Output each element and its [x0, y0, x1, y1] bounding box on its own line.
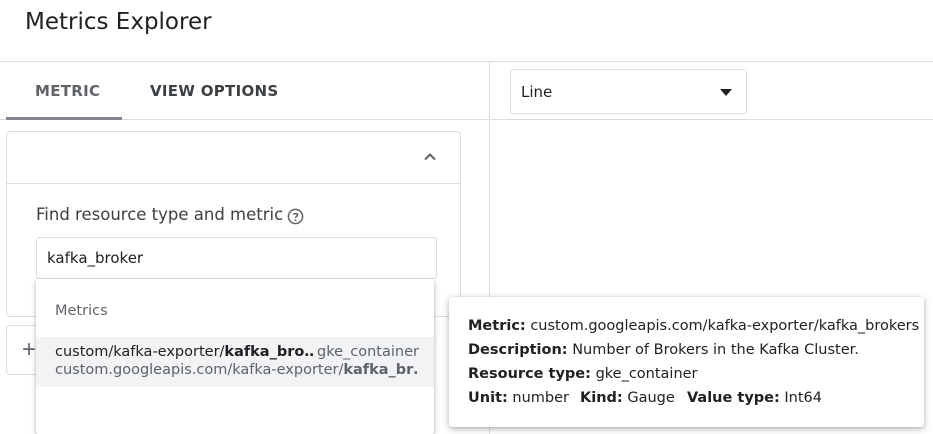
tooltip-metric-row: Metric: custom.googleapis.com/kafka-expo…: [468, 318, 919, 334]
metric-details-tooltip: Metric: custom.googleapis.com/kafka-expo…: [449, 297, 924, 427]
tooltip-value-type-value: Int64: [784, 390, 823, 406]
plus-icon: +: [22, 336, 37, 363]
chart-toolbar: Line: [491, 62, 933, 120]
tooltip-description-label: Description:: [468, 342, 568, 358]
chart-type-value: Line: [521, 83, 553, 101]
metric-suggestions-dropdown: Metrics custom/kafka-exporter/kafka_bro……: [36, 279, 434, 434]
tooltip-resource-value: gke_container: [595, 366, 698, 382]
tooltip-value-type-row: Value type: Int64: [687, 390, 822, 406]
tab-view-options[interactable]: VIEW OPTIONS: [150, 82, 278, 100]
metric-name-prefix: custom/kafka-exporter/: [55, 344, 225, 360]
help-circle-icon[interactable]: [287, 208, 304, 225]
tooltip-description-value: Number of Brokers in the Kafka Cluster.: [572, 342, 859, 358]
tooltip-resource-row: Resource type: gke_container: [468, 366, 698, 382]
suggestion-resource-type: gke_container: [317, 344, 419, 360]
page-title: Metrics Explorer: [25, 9, 212, 35]
tooltip-kind-value: Gauge: [627, 390, 675, 406]
tooltip-unit-value: number: [512, 390, 570, 406]
metric-full-prefix: custom.googleapis.com/kafka-exporter/: [55, 362, 344, 378]
tooltip-kind-label: Kind:: [580, 390, 623, 406]
tooltip-resource-label: Resource type:: [468, 366, 591, 382]
suggestion-metric-name: custom/kafka-exporter/kafka_bro…: [55, 344, 315, 360]
tooltip-unit-row: Unit: number: [468, 390, 569, 406]
metric-full-match: kafka_br…: [343, 362, 417, 378]
active-tab-indicator: [6, 117, 122, 120]
card-header[interactable]: [7, 132, 460, 184]
page-header: Metrics Explorer: [0, 0, 933, 62]
resource-metric-search-input[interactable]: [36, 237, 437, 279]
tooltip-metric-label: Metric:: [468, 318, 526, 334]
find-resource-label: Find resource type and metric: [36, 205, 284, 224]
suggestion-item[interactable]: custom/kafka-exporter/kafka_bro… gke_con…: [36, 337, 434, 387]
tooltip-value-type-label: Value type:: [687, 390, 780, 406]
tabs-bar: METRIC VIEW OPTIONS: [0, 62, 489, 120]
suggestions-section-title: Metrics: [55, 303, 108, 319]
chevron-up-icon[interactable]: [422, 149, 438, 165]
tooltip-unit-label: Unit:: [468, 390, 508, 406]
dropdown-arrow-icon: [720, 89, 732, 96]
tooltip-metric-value: custom.googleapis.com/kafka-exporter/kaf…: [530, 318, 920, 334]
tooltip-kind-row: Kind: Gauge: [580, 390, 675, 406]
tab-metric[interactable]: METRIC: [35, 82, 100, 100]
metric-name-match: kafka_bro…: [224, 344, 315, 360]
tooltip-description-row: Description: Number of Brokers in the Ka…: [468, 342, 859, 358]
chart-type-select[interactable]: Line: [510, 69, 747, 114]
suggestion-metric-full-name: custom.googleapis.com/kafka-exporter/kaf…: [55, 362, 417, 378]
